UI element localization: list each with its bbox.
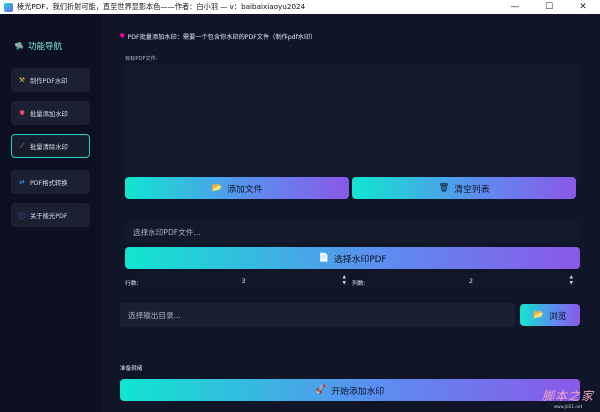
sidebar-item-label: 制作PDF水印 xyxy=(30,77,68,85)
folder-icon: 📂 xyxy=(211,183,223,193)
section-title-label: PDF批量添加水印：需要一个包含你水印的PDF文件（制作pdf水印） xyxy=(127,34,317,41)
sidebar-item-make-watermark[interactable]: ⚒ 制作PDF水印 xyxy=(11,68,90,92)
info-icon: ⓘ xyxy=(18,212,26,220)
convert-icon: ⇄ xyxy=(19,178,25,186)
sidebar: 🛸 功能导航 ⚒ 制作PDF水印 ⛊ 批量添加水印 ⟋ 批量清除水印 ⇄ PDF… xyxy=(0,14,102,412)
shield-icon: ⛊ xyxy=(19,108,25,117)
watermark-file-input[interactable]: 选择水印PDF文件... xyxy=(125,221,580,243)
output-dir-input[interactable]: 选择输出目录... xyxy=(120,303,515,327)
rocket-icon: 🚀 xyxy=(315,385,327,395)
sidebar-item-format-convert[interactable]: ⇄ PDF格式转换 xyxy=(11,170,90,194)
site-watermark: 脚本之家 www.jb51.net xyxy=(542,387,594,409)
broom-icon: ⟋ xyxy=(19,141,25,150)
cols-label: 列数: xyxy=(352,281,366,287)
watermark-bottom: www.jb51.net xyxy=(553,404,583,409)
sidebar-item-label: 批量清除水印 xyxy=(30,143,68,151)
start-watermark-button[interactable]: 🚀 开始添加水印 xyxy=(120,379,580,401)
shield-icon: ⛊ xyxy=(120,32,125,40)
main-panel: ⛊ PDF批量添加水印：需要一个包含你水印的PDF文件（制作pdf水印） 目标P… xyxy=(102,14,600,412)
rows-value: 3 xyxy=(241,277,246,285)
select-watermark-label: 选择水印PDF xyxy=(334,254,387,265)
sidebar-item-label: 关于棱光PDF xyxy=(30,212,68,220)
folder-icon: 📂 xyxy=(533,310,544,320)
title-bar: 棱光PDF，我们折射可能，直至世界显影本色——作者：白小羽 — v：baibai… xyxy=(0,0,600,14)
window-controls: — ☐ ✕ xyxy=(498,0,600,14)
section-title: ⛊ PDF批量添加水印：需要一个包含你水印的PDF文件（制作pdf水印） xyxy=(120,32,317,42)
close-button[interactable]: ✕ xyxy=(566,0,600,14)
clear-list-button[interactable]: 🗑 清空列表 xyxy=(352,177,576,199)
tools-icon: ⚒ xyxy=(19,76,25,84)
sidebar-item-batch-add[interactable]: ⛊ 批量添加水印 xyxy=(11,101,90,125)
status-text: 准备就绪 xyxy=(120,366,143,372)
cols-stepper[interactable]: 2 ▲ ▼ xyxy=(366,274,576,288)
sidebar-title-label: 功能导航 xyxy=(27,42,62,52)
maximize-button[interactable]: ☐ xyxy=(532,0,566,14)
document-icon: 📄 xyxy=(318,253,330,263)
window-title: 棱光PDF，我们折射可能，直至世界显影本色——作者：白小羽 — v：baibai… xyxy=(17,2,306,11)
sidebar-title: 🛸 功能导航 xyxy=(14,40,62,53)
sidebar-item-label: 批量添加水印 xyxy=(30,110,68,118)
select-watermark-button[interactable]: 📄 选择水印PDF xyxy=(125,247,580,269)
sidebar-item-batch-remove[interactable]: ⟋ 批量清除水印 xyxy=(11,134,90,158)
trash-icon: 🗑 xyxy=(438,183,450,193)
clear-list-label: 清空列表 xyxy=(454,184,490,195)
browse-button[interactable]: 📂 浏览 xyxy=(520,304,580,326)
rows-label: 行数: xyxy=(125,281,139,287)
sidebar-item-label: PDF格式转换 xyxy=(30,179,68,187)
add-files-button[interactable]: 📂 添加文件 xyxy=(125,177,349,199)
stepper-arrows-icon[interactable]: ▲ ▼ xyxy=(570,275,573,287)
file-list-label: 目标PDF文件: xyxy=(125,56,158,62)
cols-value: 2 xyxy=(468,277,473,285)
sidebar-item-about[interactable]: ⓘ 关于棱光PDF xyxy=(11,203,90,227)
stepper-arrows-icon[interactable]: ▲ ▼ xyxy=(343,275,346,287)
browse-label: 浏览 xyxy=(548,311,567,322)
rows-stepper[interactable]: 3 ▲ ▼ xyxy=(138,274,349,288)
target-file-list[interactable] xyxy=(125,64,580,182)
watermark-top: 脚本之家 xyxy=(541,389,594,403)
start-watermark-label: 开始添加水印 xyxy=(331,386,385,397)
minimize-button[interactable]: — xyxy=(498,0,532,14)
app-logo-icon xyxy=(4,2,13,12)
add-files-label: 添加文件 xyxy=(227,184,263,195)
ufo-icon: 🛸 xyxy=(14,41,24,51)
